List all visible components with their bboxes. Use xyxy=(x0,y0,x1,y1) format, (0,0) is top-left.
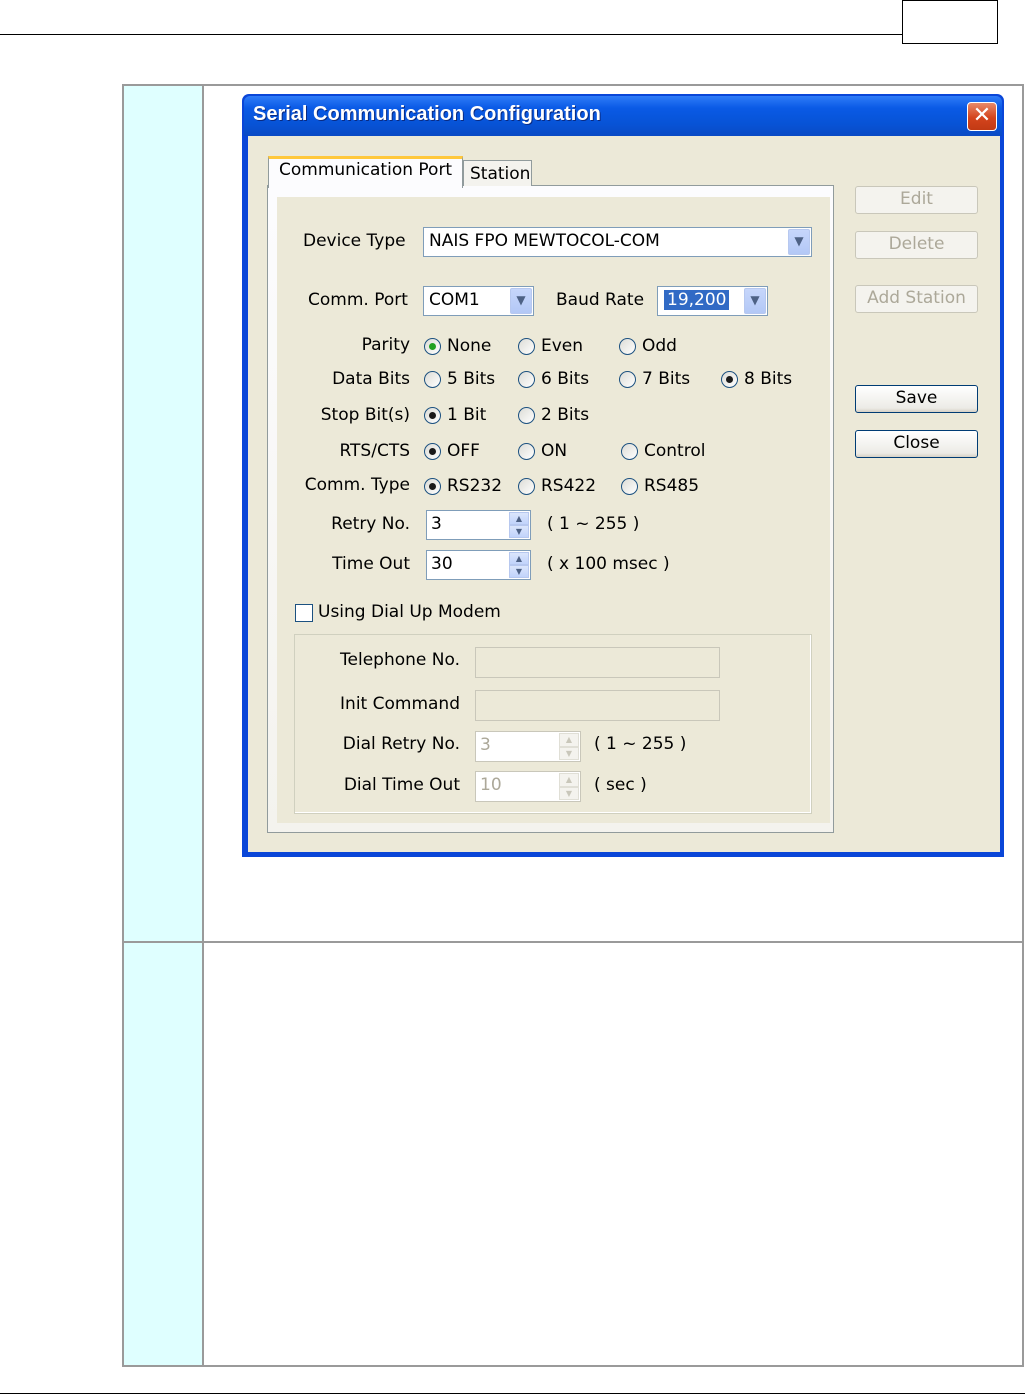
parity-even-radio[interactable] xyxy=(518,338,535,355)
dial-time-out-spinner[interactable]: 10 ▲ ▼ xyxy=(475,771,581,802)
dial-time-out-value: 10 xyxy=(480,775,502,795)
rts-cts-control-label: Control xyxy=(644,441,706,461)
telephone-label: Telephone No. xyxy=(340,650,460,670)
retry-no-range: ( 1 ~ 255 ) xyxy=(547,514,640,534)
edit-button[interactable]: Edit xyxy=(855,186,978,214)
comm-type-rs422-label: RS422 xyxy=(541,476,597,496)
spinner-up-icon[interactable]: ▲ xyxy=(509,512,529,525)
table-left-column xyxy=(124,86,203,1365)
dial-time-out-label: Dial Time Out xyxy=(343,775,460,795)
data-bits-5-label: 5 Bits xyxy=(447,369,496,389)
header-rule xyxy=(0,34,903,35)
stop-bits-2-label: 2 Bits xyxy=(541,405,590,425)
retry-no-spinner[interactable]: 3 ▲ ▼ xyxy=(426,510,531,540)
time-out-spinner[interactable]: 30 ▲ ▼ xyxy=(426,550,531,580)
rts-cts-on-radio[interactable] xyxy=(518,443,535,460)
chevron-down-icon[interactable]: ▼ xyxy=(788,229,810,255)
table-column-divider xyxy=(202,86,204,1365)
dial-up-modem-label: Using Dial Up Modem xyxy=(318,602,501,622)
save-button[interactable]: Save xyxy=(855,385,978,413)
spinner-down-icon[interactable]: ▼ xyxy=(509,525,529,538)
footer-rule xyxy=(0,1393,1025,1394)
rts-cts-control-radio[interactable] xyxy=(621,443,638,460)
dial-retry-spinner[interactable]: 3 ▲ ▼ xyxy=(475,731,581,762)
comm-type-rs485-label: RS485 xyxy=(644,476,700,496)
delete-button[interactable]: Delete xyxy=(855,231,978,259)
stop-bits-label: Stop Bit(s) xyxy=(320,405,410,425)
dial-retry-value: 3 xyxy=(480,735,491,755)
stop-bits-2-radio[interactable] xyxy=(518,407,535,424)
data-bits-7-radio[interactable] xyxy=(619,371,636,388)
comm-type-label: Comm. Type xyxy=(304,475,410,495)
comm-type-rs422-radio[interactable] xyxy=(518,478,535,495)
rts-cts-off-radio[interactable] xyxy=(424,443,441,460)
comm-type-rs232-radio[interactable] xyxy=(424,478,441,495)
table-row-divider xyxy=(124,941,1022,943)
stop-bits-1-radio[interactable] xyxy=(424,407,441,424)
parity-label: Parity xyxy=(361,335,410,355)
dial-time-out-unit: ( sec ) xyxy=(594,775,647,795)
data-bits-5-radio[interactable] xyxy=(424,371,441,388)
dial-retry-label: Dial Retry No. xyxy=(342,734,460,754)
device-type-value: NAIS FPO MEWTOCOL-COM xyxy=(429,231,660,251)
rts-cts-label: RTS/CTS xyxy=(339,441,410,461)
comm-type-rs485-radio[interactable] xyxy=(621,478,638,495)
tab-station-label: Station xyxy=(470,164,531,184)
add-station-button[interactable]: Add Station xyxy=(855,285,978,313)
data-bits-8-label: 8 Bits xyxy=(744,369,793,389)
parity-odd-radio[interactable] xyxy=(619,338,636,355)
dial-up-modem-checkbox[interactable] xyxy=(295,604,313,622)
chevron-down-icon[interactable]: ▼ xyxy=(510,288,532,314)
parity-odd-label: Odd xyxy=(642,336,677,356)
init-command-label: Init Command xyxy=(340,694,460,714)
baud-rate-value: 19,200 xyxy=(662,289,731,311)
spinner-down-icon[interactable]: ▼ xyxy=(559,786,579,800)
close-window-button[interactable]: ✕ xyxy=(967,102,997,131)
close-icon: ✕ xyxy=(972,103,992,128)
comm-type-rs232-label: RS232 xyxy=(447,476,503,496)
rts-cts-on-label: ON xyxy=(541,441,568,461)
spinner-down-icon[interactable]: ▼ xyxy=(509,565,529,578)
window-title: Serial Communication Configuration xyxy=(253,103,601,125)
chevron-down-icon[interactable]: ▼ xyxy=(744,288,766,314)
spinner-up-icon[interactable]: ▲ xyxy=(509,552,529,565)
page-number-box xyxy=(902,0,998,44)
spinner-up-icon[interactable]: ▲ xyxy=(559,733,579,747)
dial-retry-range: ( 1 ~ 255 ) xyxy=(594,734,687,754)
comm-port-label: Comm. Port xyxy=(308,290,408,310)
device-type-label: Device Type xyxy=(303,231,406,251)
parity-even-label: Even xyxy=(541,336,584,356)
data-bits-label: Data Bits xyxy=(332,369,410,389)
parity-none-radio[interactable] xyxy=(424,338,441,355)
retry-no-value: 3 xyxy=(431,514,442,534)
parity-none-label: None xyxy=(447,336,492,356)
baud-rate-select[interactable]: 19,200 ▼ xyxy=(657,286,768,316)
tab-communication-port-label: Communication Port xyxy=(279,160,453,180)
init-command-field[interactable] xyxy=(475,690,720,721)
data-bits-6-radio[interactable] xyxy=(518,371,535,388)
data-bits-7-label: 7 Bits xyxy=(642,369,691,389)
comm-port-value: COM1 xyxy=(429,290,480,310)
data-bits-8-radio[interactable] xyxy=(721,371,738,388)
telephone-field[interactable] xyxy=(475,647,720,678)
spinner-up-icon[interactable]: ▲ xyxy=(559,773,579,787)
spinner-down-icon[interactable]: ▼ xyxy=(559,746,579,760)
time-out-label: Time Out xyxy=(332,554,410,574)
time-out-unit: ( x 100 msec ) xyxy=(547,554,670,574)
close-button[interactable]: Close xyxy=(855,430,978,458)
stop-bits-1-label: 1 Bit xyxy=(447,405,487,425)
device-type-select[interactable]: NAIS FPO MEWTOCOL-COM ▼ xyxy=(423,227,812,257)
data-bits-6-label: 6 Bits xyxy=(541,369,590,389)
time-out-value: 30 xyxy=(431,554,453,574)
baud-rate-label: Baud Rate xyxy=(556,290,645,310)
comm-port-select[interactable]: COM1 ▼ xyxy=(423,286,534,316)
rts-cts-off-label: OFF xyxy=(447,441,480,461)
retry-no-label: Retry No. xyxy=(331,514,410,534)
